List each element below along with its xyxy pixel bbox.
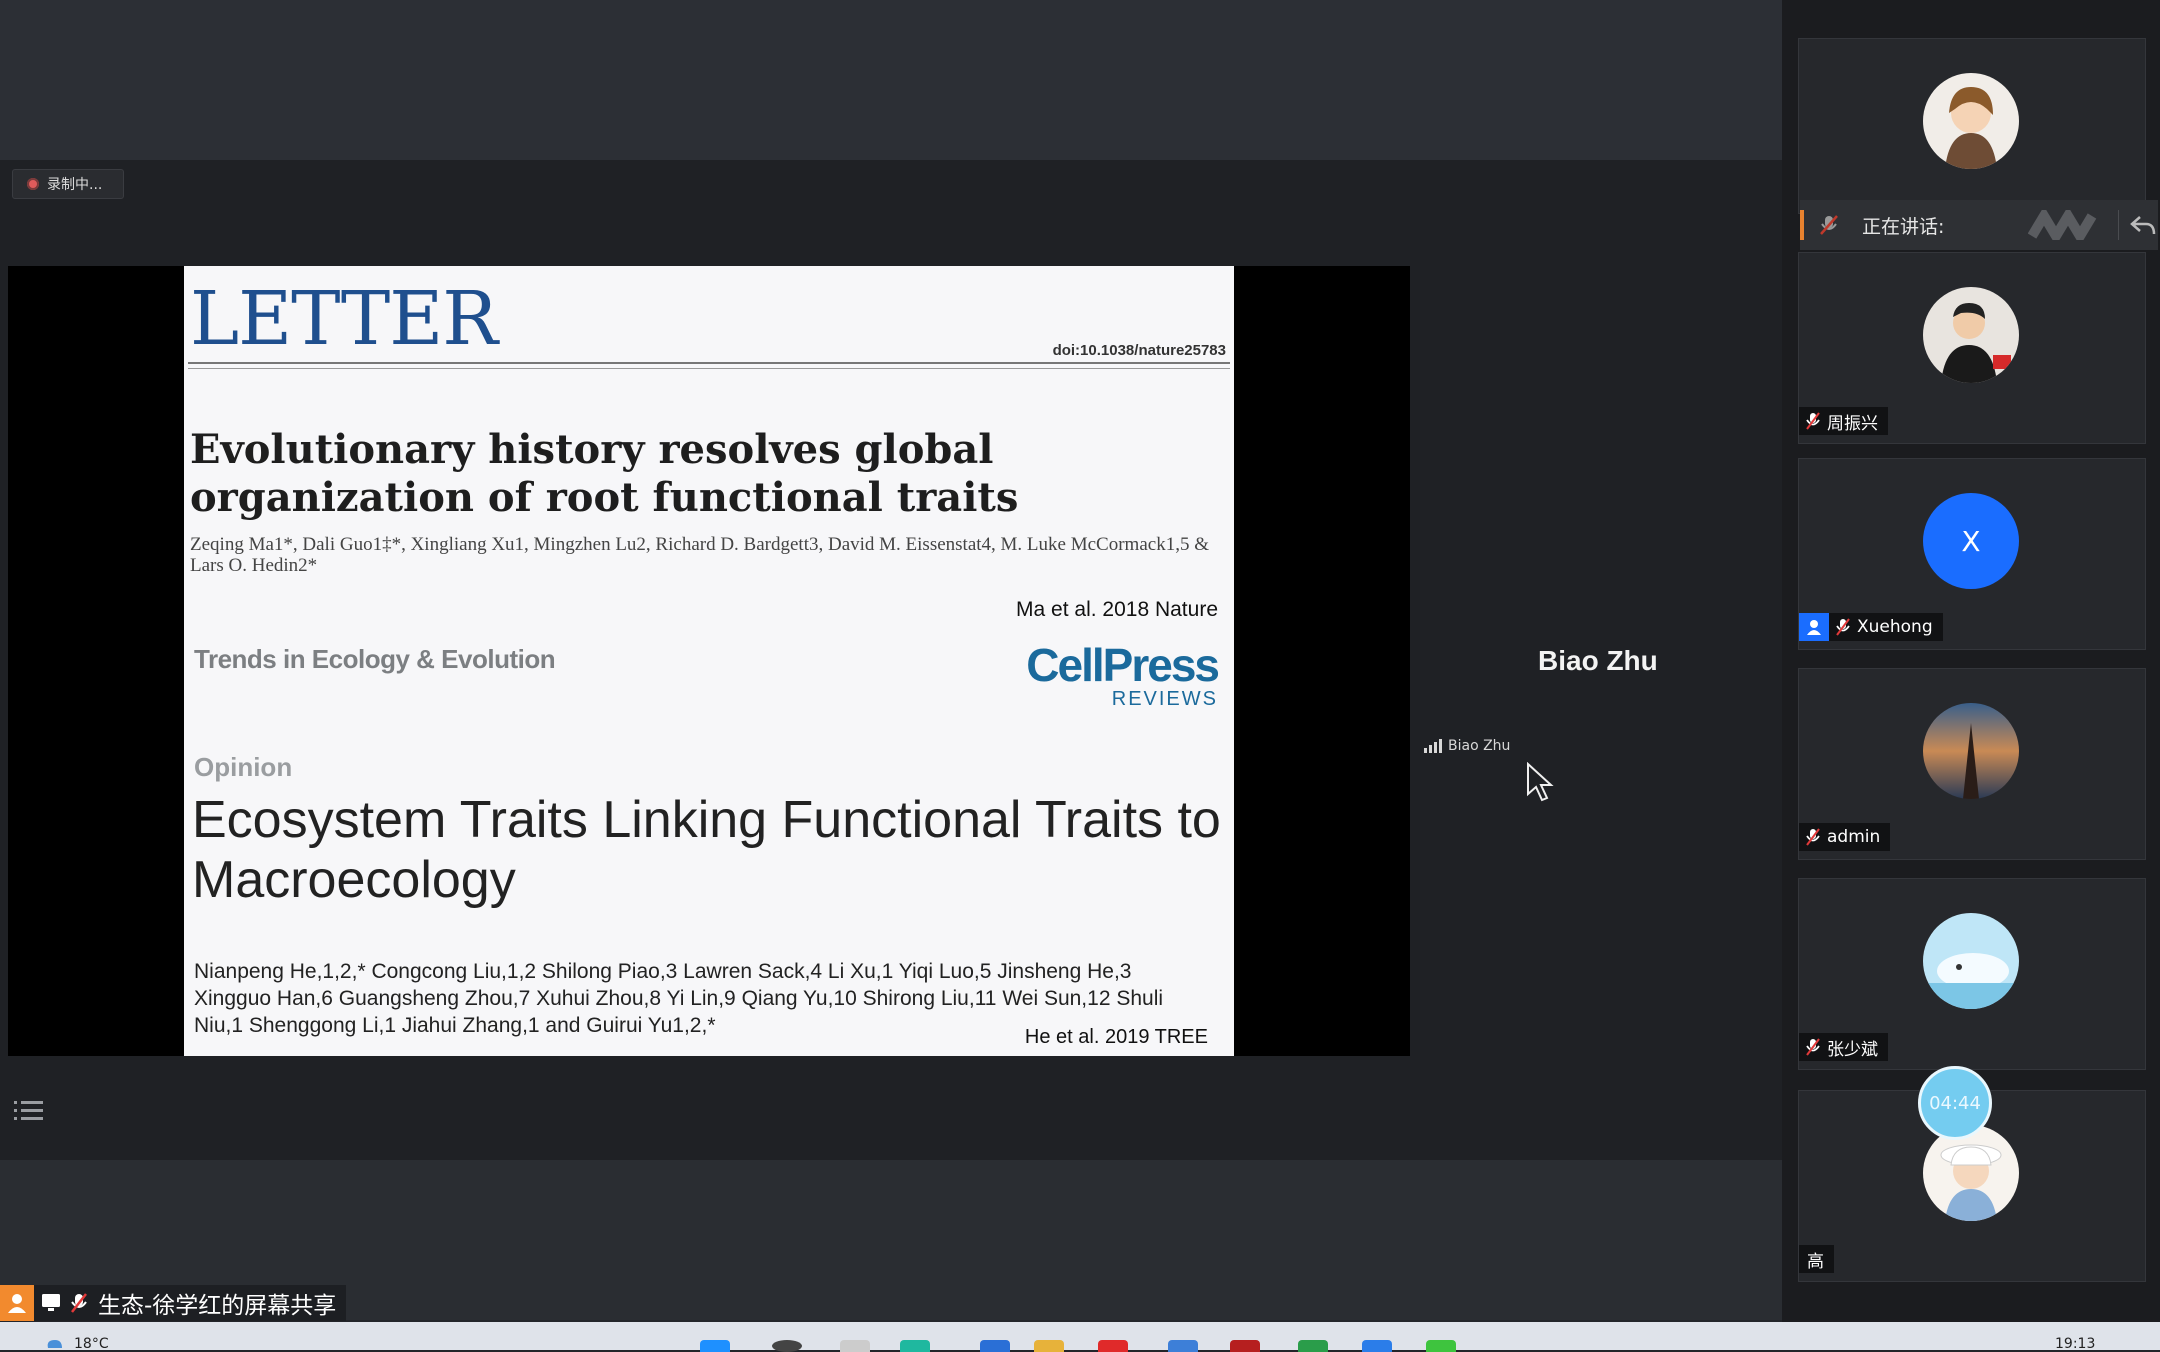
avatar bbox=[1923, 287, 2019, 383]
participant-name: Xuehong bbox=[1857, 617, 1933, 637]
recording-badge[interactable]: 录制中... bbox=[12, 169, 124, 199]
mouse-cursor-icon bbox=[1527, 762, 1554, 802]
collapse-icon[interactable] bbox=[2130, 214, 2156, 236]
participant-name-tag: 高 bbox=[1799, 1245, 1834, 1273]
mic-muted-icon bbox=[1820, 215, 1838, 235]
recording-label: 录制中... bbox=[47, 177, 103, 193]
edge-icon[interactable] bbox=[900, 1340, 930, 1352]
participant-name-tag: admin bbox=[1799, 823, 1891, 851]
search-icon[interactable] bbox=[772, 1340, 802, 1352]
divider bbox=[2118, 210, 2119, 240]
mail-icon[interactable] bbox=[1362, 1340, 1392, 1352]
presenter-name: Biao Zhu bbox=[1538, 645, 1658, 676]
list-menu-icon[interactable] bbox=[14, 1098, 44, 1124]
avatar bbox=[1923, 703, 2019, 799]
record-dot-icon bbox=[27, 178, 39, 190]
speaking-label: 正在讲话: bbox=[1862, 215, 1945, 238]
cellpress-logo: CellPress REVIEWS bbox=[1026, 639, 1220, 711]
avatar bbox=[1923, 73, 2019, 169]
participant-name: 高 bbox=[1807, 1251, 1824, 1272]
excel-icon[interactable] bbox=[1298, 1340, 1328, 1352]
taskbar bbox=[0, 1322, 2160, 1350]
screen-share-bar[interactable]: 生态-徐学红的屏幕共享 bbox=[0, 1285, 347, 1321]
app-icon[interactable] bbox=[980, 1340, 1010, 1352]
app-icon[interactable] bbox=[1168, 1340, 1198, 1352]
avatar bbox=[1923, 1125, 2019, 1221]
mic-muted-icon bbox=[1806, 828, 1820, 846]
presenter-tag-label: Biao Zhu bbox=[1448, 738, 1511, 754]
folder-icon[interactable] bbox=[1034, 1340, 1064, 1352]
speaking-indicator: 正在讲话: bbox=[1800, 200, 2158, 250]
paper2-title: Ecosystem Traits Linking Functional Trai… bbox=[192, 791, 1221, 909]
divider bbox=[188, 362, 1230, 364]
speaker-blur bbox=[2028, 210, 2097, 240]
mic-muted-icon bbox=[1806, 412, 1820, 430]
participant-name-tag: 张少斌 bbox=[1799, 1033, 1888, 1061]
paper2-citation: He et al. 2019 TREE bbox=[1024, 1026, 1208, 1048]
cellpress-logo-text: CellPress bbox=[1026, 639, 1220, 691]
wechat-icon[interactable] bbox=[1426, 1340, 1456, 1352]
participant-tile[interactable]: 周振兴 bbox=[1798, 252, 2146, 444]
person-icon bbox=[0, 1285, 34, 1321]
cellpress-sub-text: REVIEWS bbox=[1111, 688, 1218, 710]
task-view-icon[interactable] bbox=[840, 1340, 870, 1352]
paper1-authors: Zeqing Ma1*, Dali Guo1‡*, Xingliang Xu1,… bbox=[190, 534, 1209, 576]
speaking-accent bbox=[1800, 210, 1804, 240]
share-label: 生态-徐学红的屏幕共享 bbox=[98, 1293, 337, 1319]
pdf-icon[interactable] bbox=[1230, 1340, 1260, 1352]
timer-badge[interactable]: 04:44 bbox=[1918, 1066, 1992, 1140]
avatar: X bbox=[1923, 493, 2019, 589]
doi-text: doi:10.1038/nature25783 bbox=[1052, 342, 1226, 359]
weather-icon bbox=[47, 1340, 62, 1348]
presenter-tag: Biao Zhu bbox=[1424, 738, 1510, 754]
top-area bbox=[0, 0, 1782, 160]
participant-tile[interactable]: 张少斌 bbox=[1798, 878, 2146, 1070]
paper1-citation: Ma et al. 2018 Nature bbox=[1016, 598, 1218, 621]
section-label: Opinion bbox=[194, 752, 293, 782]
participant-name-tag: Xuehong bbox=[1799, 613, 1943, 641]
mic-muted-icon bbox=[1806, 1038, 1820, 1056]
participant-tile[interactable]: X Xuehong bbox=[1798, 458, 2146, 650]
participant-name-tag: 周振兴 bbox=[1799, 407, 1888, 435]
app-icon[interactable] bbox=[1098, 1340, 1128, 1352]
avatar bbox=[1923, 913, 2019, 1009]
screen-share-icon bbox=[42, 1294, 60, 1311]
participant-tile[interactable]: admin bbox=[1798, 668, 2146, 860]
person-icon bbox=[1799, 613, 1829, 641]
presentation-slide: LETTER doi:10.1038/nature25783 Evolution… bbox=[184, 266, 1234, 1056]
signal-icon bbox=[1424, 739, 1442, 753]
participant-tile[interactable] bbox=[1798, 38, 2146, 214]
journal-name: Trends in Ecology & Evolution bbox=[194, 644, 556, 674]
mic-muted-icon bbox=[71, 1293, 87, 1313]
paper1-title: Evolutionary history resolves global org… bbox=[190, 426, 1019, 521]
mic-muted-icon bbox=[1836, 618, 1850, 636]
participant-name: admin bbox=[1827, 827, 1881, 847]
start-icon[interactable] bbox=[700, 1340, 730, 1352]
participant-name: 张少斌 bbox=[1827, 1039, 1878, 1060]
letter-heading: LETTER bbox=[190, 276, 498, 362]
divider bbox=[188, 368, 1230, 369]
participant-name: 周振兴 bbox=[1827, 413, 1878, 434]
